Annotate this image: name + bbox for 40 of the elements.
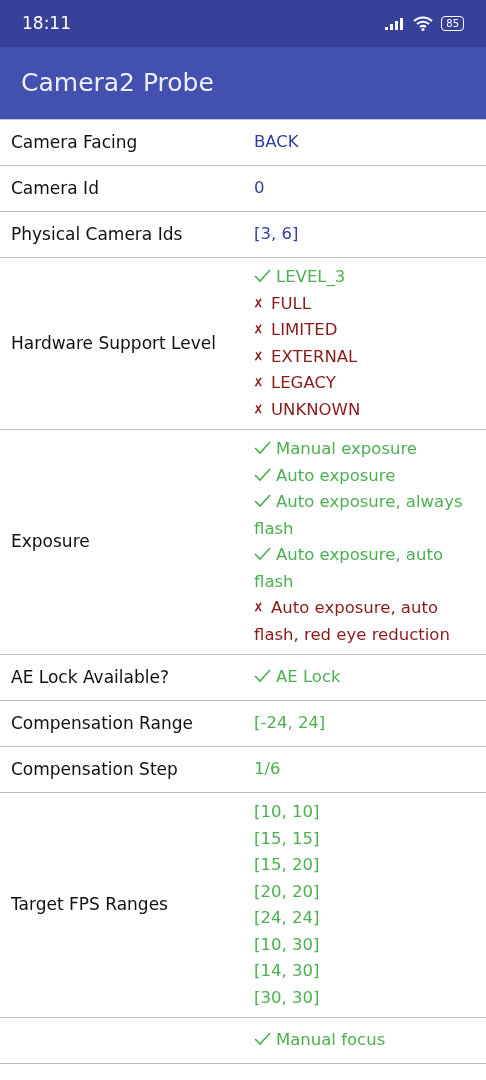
property-value: EXTERNAL <box>254 343 466 370</box>
property-value: Auto exposure, auto flash <box>254 544 444 593</box>
property-value: BACK <box>254 131 300 154</box>
property-value: 0 <box>254 177 266 200</box>
property-value: LEVEL_3 <box>254 264 466 291</box>
property-label: AE Lock Available? <box>11 666 169 687</box>
property-value: [24, 24] <box>254 907 321 929</box>
property-value: 1/6 <box>254 758 282 781</box>
property-value: LEGACY <box>254 370 466 397</box>
wifi-icon <box>413 16 434 31</box>
property-value: FULL <box>254 290 466 317</box>
property-value: [3, 6] <box>254 223 300 246</box>
property-value: [10, 10] <box>254 801 321 823</box>
property-label: Camera Id <box>11 177 99 198</box>
battery-icon: 85 <box>441 16 464 31</box>
property-value: Manual focus <box>254 1027 466 1054</box>
property-value: [14, 30] <box>254 960 321 982</box>
property-value: [15, 20] <box>254 854 321 876</box>
status-time: 18:11 <box>22 11 71 35</box>
property-value: [20, 20] <box>254 880 321 903</box>
property-value: LIMITED <box>254 317 466 344</box>
property-label: Physical Camera Ids <box>11 223 183 244</box>
property-label: Target FPS Ranges <box>11 894 168 915</box>
property-value: Auto exposure <box>254 462 466 489</box>
signal-icon <box>385 17 406 30</box>
property-value: Auto exposure, always flash <box>254 491 464 540</box>
property-value: Manual exposure <box>254 436 466 463</box>
property-label: Compensation Range <box>11 712 193 733</box>
property-value: Auto exposure, auto flash, red eye reduction <box>254 597 451 646</box>
property-value: [30, 30] <box>254 986 321 1009</box>
property-label: Exposure <box>11 531 90 552</box>
property-value: AE Lock <box>254 664 466 691</box>
property-value: UNKNOWN <box>254 396 466 423</box>
app-title: Camera2 Probe <box>21 67 214 100</box>
property-value: [-24, 24] <box>254 712 327 735</box>
property-value: [15, 15] <box>254 827 321 850</box>
property-label: Hardware Support Level <box>11 332 216 353</box>
property-label: Camera Facing <box>11 131 138 152</box>
property-label: Compensation Step <box>11 758 178 779</box>
property-value: [10, 30] <box>254 933 321 956</box>
